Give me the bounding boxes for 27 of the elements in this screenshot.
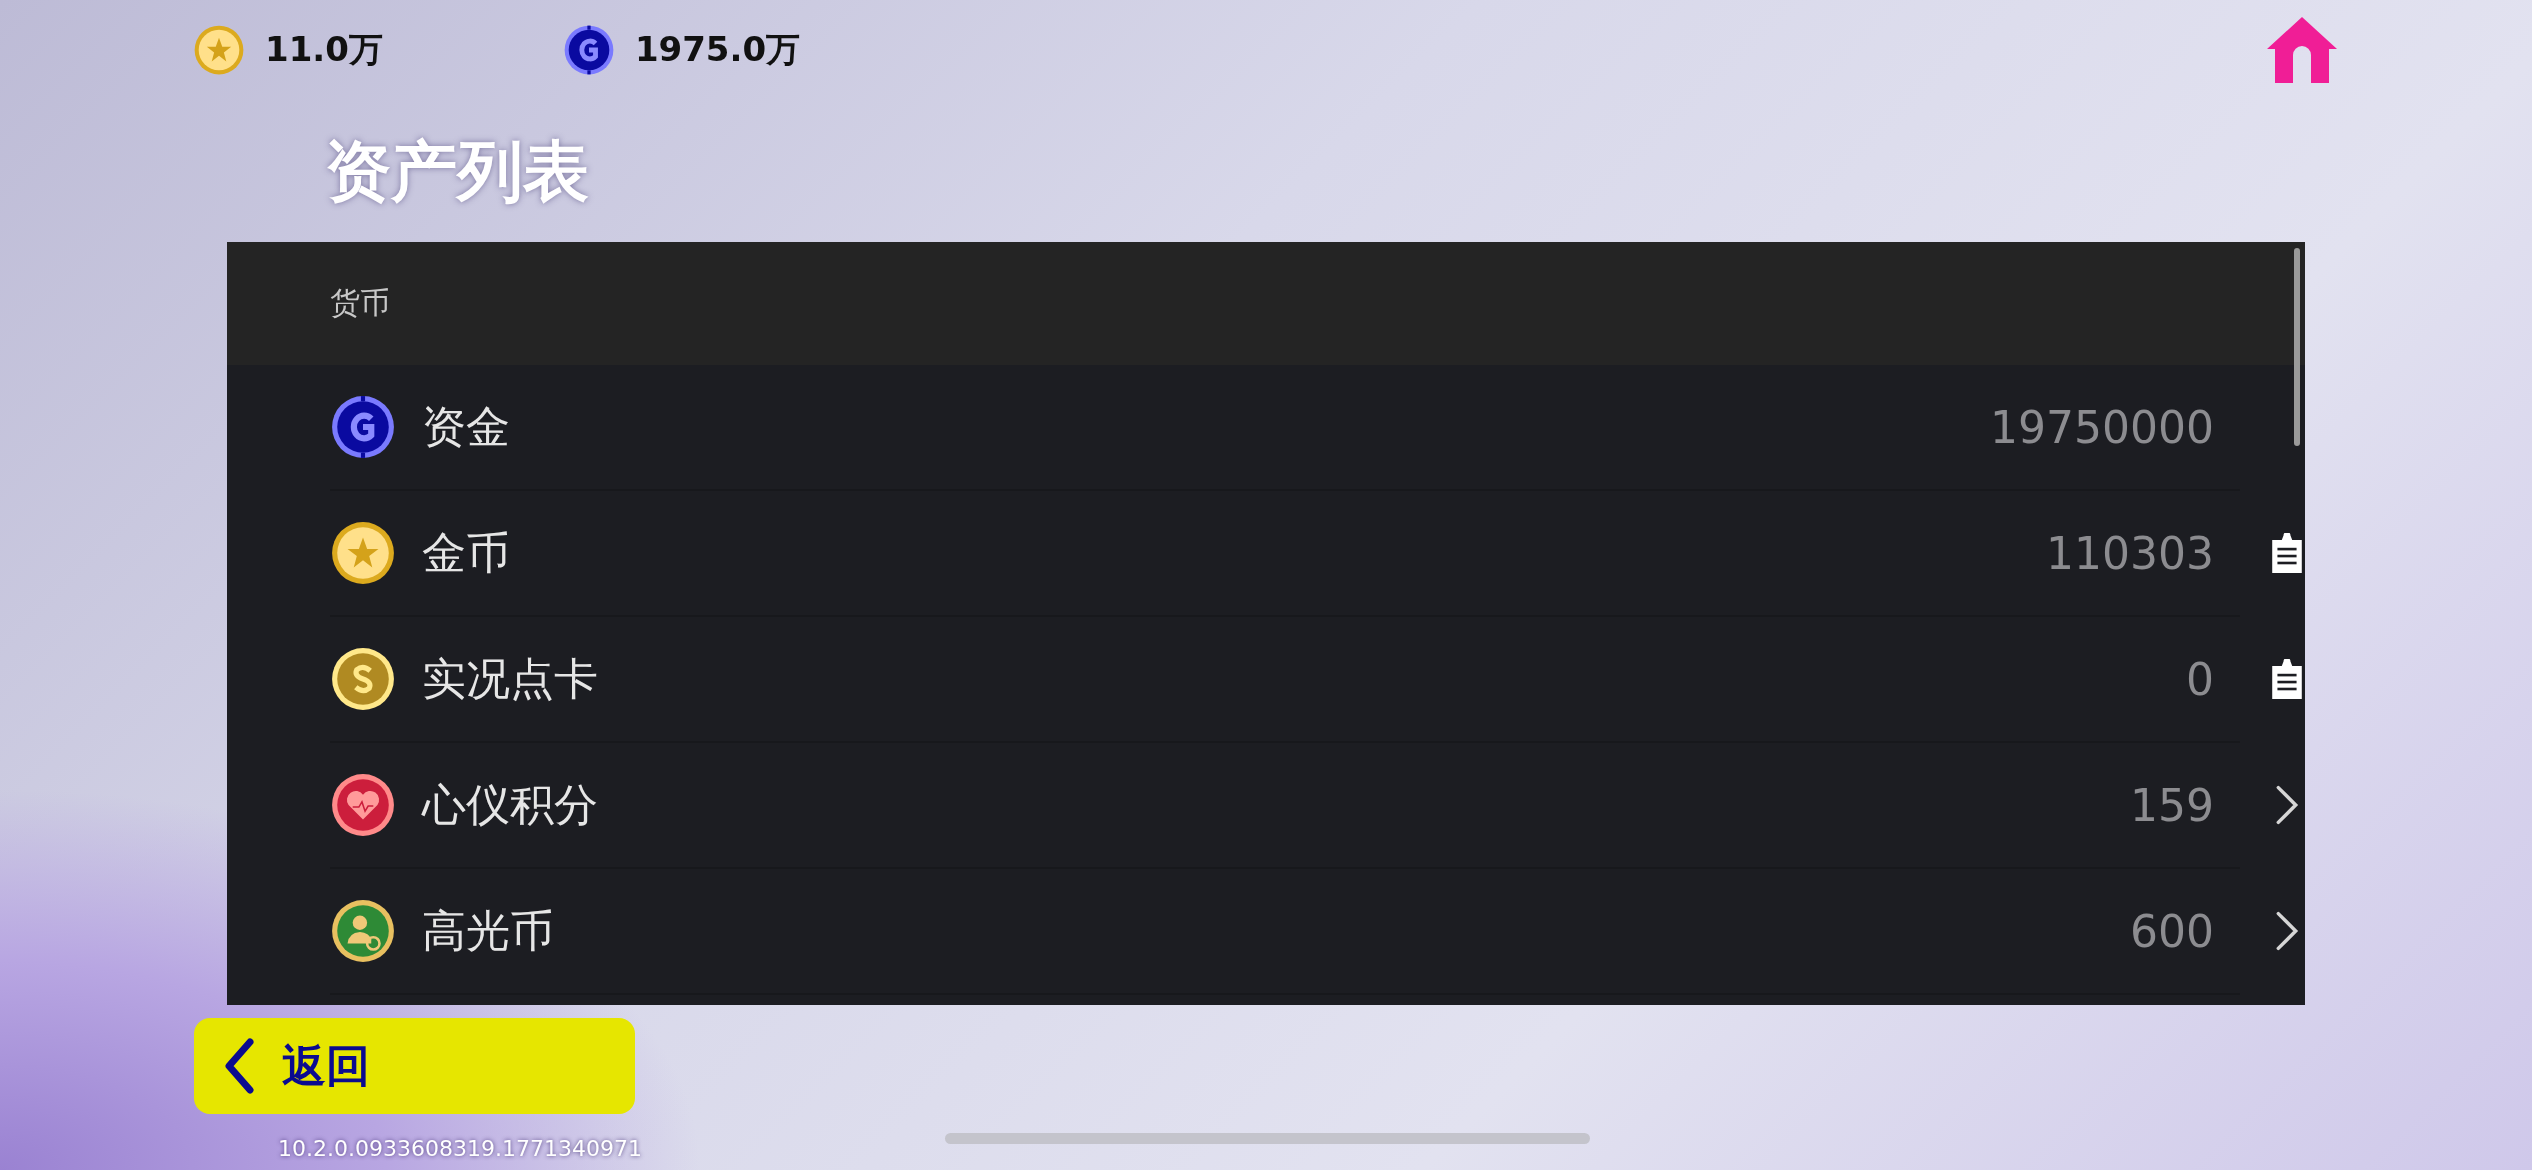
currency-amount: 1975.0万: [634, 28, 801, 71]
chevron-left-icon: [224, 1038, 254, 1094]
asset-value: 19750000: [1990, 401, 2214, 453]
asset-name: 金币: [422, 525, 511, 580]
asset-value: 159: [2130, 779, 2214, 831]
asset-value: 600: [2130, 905, 2214, 957]
version-text: 10.2.0.0933608319.1771340971: [278, 1136, 642, 1161]
asset-value: 0: [2186, 653, 2214, 705]
clipboard-icon[interactable]: [2272, 533, 2302, 573]
g-coin-icon: [330, 394, 396, 460]
heart-coin-icon: [330, 772, 396, 838]
page-title: 资产列表: [325, 132, 589, 212]
g-coin-icon: [562, 24, 615, 76]
star-coin-icon: [193, 24, 245, 76]
asset-name: 实况点卡: [422, 651, 599, 706]
dollar-coin-icon: [330, 646, 396, 712]
section-title: 货币: [330, 284, 390, 322]
asset-name: 心仪积分: [422, 777, 599, 832]
currency-amount: 11.0万: [265, 28, 383, 71]
asset-name: 高光币: [422, 903, 555, 958]
clipboard-icon[interactable]: [2272, 659, 2302, 699]
back-button[interactable]: 返回: [194, 1018, 635, 1114]
person-coin-icon: [330, 898, 396, 964]
star-coin-icon: [330, 520, 396, 586]
asset-value: 110303: [2046, 527, 2214, 579]
asset-name: 资金: [422, 399, 511, 454]
home-icon[interactable]: [2267, 17, 2337, 83]
